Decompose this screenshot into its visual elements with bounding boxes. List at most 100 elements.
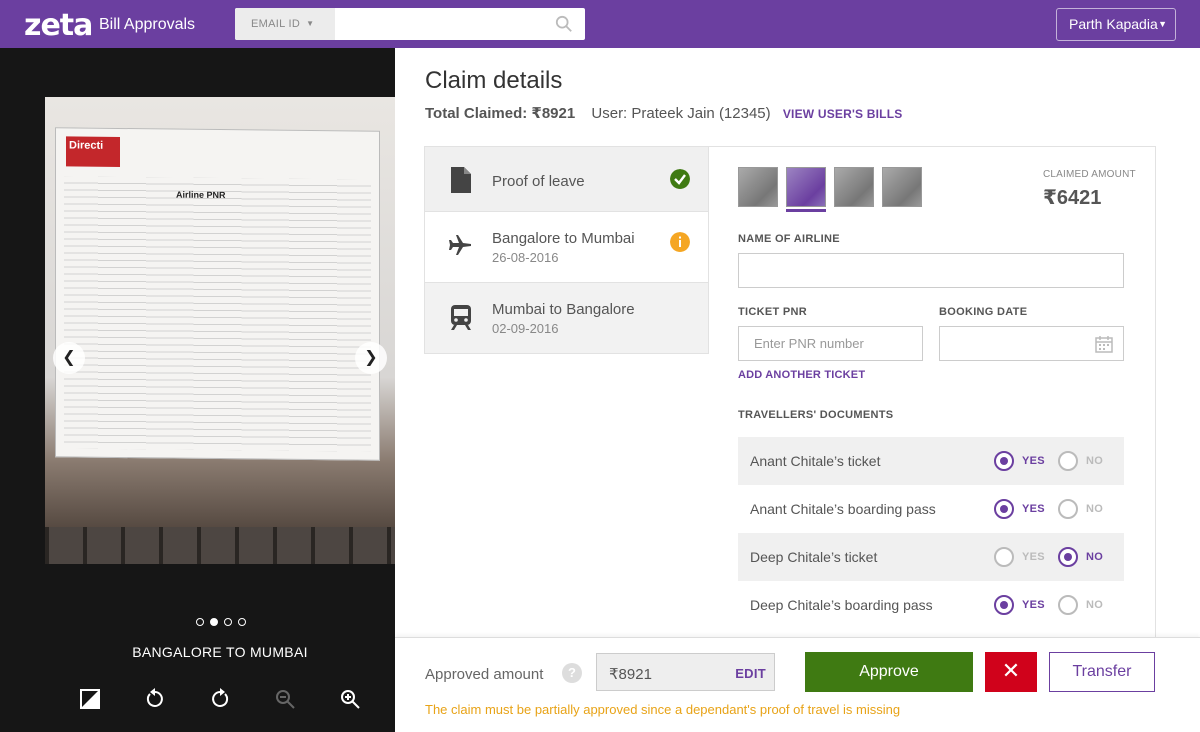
document-row: Deep Chitale’s ticket YES NO	[738, 533, 1124, 581]
claim-item-title: Proof of leave	[492, 173, 585, 190]
help-icon[interactable]: ?	[562, 663, 582, 683]
radio-icon	[1058, 595, 1078, 615]
viewer-toolbar	[0, 688, 395, 712]
radio-icon	[1058, 451, 1078, 471]
document-row: Deep Chitale’s boarding pass YES NO	[738, 581, 1124, 629]
view-users-bills-link[interactable]: VIEW USER'S BILLS	[783, 107, 903, 121]
ticket-detail-panel: CLAIMED AMOUNT ₹6421 NAME OF AIRLINE TIC…	[709, 146, 1156, 638]
next-image-button[interactable]: ❯	[355, 342, 387, 374]
train-icon	[451, 305, 471, 330]
rotate-right-icon[interactable]	[209, 688, 231, 710]
bill-thumbnail[interactable]	[738, 167, 778, 207]
claim-items-list: Proof of leave Bangalore to Mumbai 26-08…	[424, 146, 709, 354]
search-type-dropdown[interactable]: EMAIL ID ▼	[235, 8, 335, 40]
image-pagination	[196, 613, 252, 631]
claim-user: User: Prateek Jain (12345)	[591, 105, 771, 122]
pagination-dot[interactable]	[238, 618, 246, 626]
approved-amount-field: ₹8921 EDIT	[596, 653, 775, 691]
search-icon[interactable]	[555, 15, 573, 33]
claimed-amount-value: ₹6421	[1043, 187, 1102, 209]
ticket-pnr-input[interactable]: Enter PNR number	[738, 326, 923, 361]
travellers-documents-label: TRAVELLERS' DOCUMENTS	[738, 409, 894, 421]
ticket-pnr-label: TICKET PNR	[738, 306, 807, 318]
crop-icon[interactable]	[79, 688, 101, 710]
bill-text-lines	[64, 176, 371, 452]
yes-radio[interactable]: YES	[994, 547, 1045, 567]
add-another-ticket-link[interactable]: ADD ANOTHER TICKET	[738, 369, 865, 381]
no-radio[interactable]: NO	[1058, 595, 1103, 615]
travellers-documents-list: Anant Chitale’s ticket YES NO Anant Chit…	[738, 437, 1124, 629]
claim-item-mumbai-to-bangalore[interactable]: Mumbai to Bangalore 02-09-2016	[424, 282, 709, 354]
document-name: Anant Chitale’s boarding pass	[750, 501, 936, 517]
pagination-dot-active[interactable]	[210, 618, 218, 626]
no-radio[interactable]: NO	[1058, 547, 1103, 567]
radio-selected-icon	[994, 499, 1014, 519]
caret-down-icon: ▼	[306, 19, 315, 28]
claim-item-proof-of-leave[interactable]: Proof of leave	[424, 146, 709, 211]
info-icon	[670, 232, 690, 252]
claim-summary: Total Claimed: ₹8921 User: Prateek Jain …	[425, 104, 902, 122]
bill-image: Directi Airline PNR	[45, 97, 395, 564]
bill-thumbnail-selected[interactable]	[786, 167, 826, 207]
thumbnail-selection-indicator	[786, 209, 826, 212]
page-title: Claim details	[425, 67, 563, 94]
document-row: Anant Chitale’s ticket YES NO	[738, 437, 1124, 485]
check-circle-icon	[670, 169, 690, 189]
user-menu[interactable]: Parth Kapadia ▼	[1056, 8, 1176, 41]
no-radio[interactable]: NO	[1058, 499, 1103, 519]
edit-amount-button[interactable]: EDIT	[735, 666, 766, 681]
bill-thumbnail[interactable]	[834, 167, 874, 207]
chevron-left-icon: ❮	[62, 349, 76, 366]
airplane-icon	[449, 235, 471, 255]
image-caption: BANGALORE TO MUMBAI	[132, 644, 308, 660]
radio-selected-icon	[994, 595, 1014, 615]
app-title: Bill Approvals	[99, 16, 196, 33]
claim-item-title: Bangalore to Mumbai	[492, 230, 635, 247]
zeta-logo[interactable]: zeta	[24, 8, 93, 43]
booking-date-label: BOOKING DATE	[939, 306, 1028, 318]
reject-button[interactable]: ✕	[985, 652, 1037, 692]
search-type-label: EMAIL ID	[251, 18, 301, 30]
partial-approval-warning: The claim must be partially approved sin…	[425, 702, 901, 717]
document-icon	[451, 167, 471, 193]
no-radio[interactable]: NO	[1058, 451, 1103, 471]
caret-down-icon: ▼	[1158, 19, 1167, 29]
radio-icon	[1058, 499, 1078, 519]
pagination-dot[interactable]	[224, 618, 232, 626]
claim-item-date: 02-09-2016	[492, 321, 559, 336]
yes-radio[interactable]: YES	[994, 451, 1045, 471]
claim-item-bangalore-to-mumbai[interactable]: Bangalore to Mumbai 26-08-2016	[424, 211, 709, 282]
close-icon: ✕	[1001, 658, 1021, 683]
approval-footer: Approved amount ? ₹8921 EDIT Approve ✕ T…	[395, 637, 1200, 732]
document-row: Anant Chitale’s boarding pass YES NO	[738, 485, 1124, 533]
previous-image-button[interactable]: ❮	[53, 342, 85, 374]
directi-logo: Directi	[66, 136, 120, 167]
pagination-dot[interactable]	[196, 618, 204, 626]
approved-amount-label: Approved amount	[425, 666, 544, 683]
yes-radio[interactable]: YES	[994, 499, 1045, 519]
keyboard-background	[45, 527, 395, 564]
document-viewer: Directi Airline PNR ❮ ❯ BANGALORE TO MUM…	[0, 48, 395, 732]
booking-date-input[interactable]	[939, 326, 1124, 361]
yes-radio[interactable]: YES	[994, 595, 1045, 615]
claim-item-title: Mumbai to Bangalore	[492, 301, 635, 318]
approve-button[interactable]: Approve	[805, 652, 973, 692]
zoom-out-icon[interactable]	[274, 688, 296, 710]
radio-icon	[994, 547, 1014, 567]
zoom-in-icon[interactable]	[339, 688, 361, 710]
airline-name-label: NAME OF AIRLINE	[738, 233, 840, 245]
document-name: Deep Chitale’s boarding pass	[750, 597, 933, 613]
radio-selected-icon	[994, 451, 1014, 471]
bill-thumbnail[interactable]	[882, 167, 922, 207]
search-input[interactable]	[337, 8, 547, 40]
claim-item-date: 26-08-2016	[492, 250, 559, 265]
rotate-left-icon[interactable]	[144, 688, 166, 710]
airline-name-input[interactable]	[738, 253, 1124, 288]
approved-amount-value: ₹8921	[609, 666, 652, 683]
calendar-icon[interactable]	[1095, 335, 1113, 353]
top-bar: zeta Bill Approvals EMAIL ID ▼ Parth Kapa…	[0, 0, 1200, 48]
search-bar: EMAIL ID ▼	[235, 8, 585, 40]
transfer-button[interactable]: Transfer	[1049, 652, 1155, 692]
document-name: Anant Chitale’s ticket	[750, 453, 881, 469]
bill-heading: Airline PNR	[176, 189, 226, 201]
